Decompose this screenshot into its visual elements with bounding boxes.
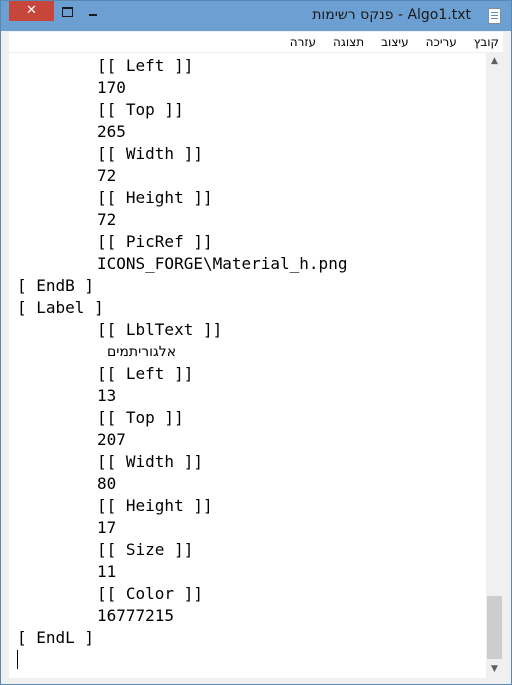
menu-file[interactable]: קובץ	[472, 32, 501, 52]
scrollbar-thumb[interactable]	[487, 596, 502, 659]
scroll-up-arrow-icon[interactable]: ▲	[486, 53, 503, 70]
text-line: [ Label ]	[17, 298, 104, 317]
text-line: [[ PicRef ]]	[97, 232, 213, 251]
minimize-icon	[89, 14, 97, 16]
menu-view[interactable]: תצוגה	[331, 32, 366, 52]
menu-help[interactable]: עזרה	[288, 32, 318, 52]
menu-edit[interactable]: עריכה	[424, 32, 459, 52]
text-line: [[ Width ]]	[97, 452, 203, 471]
text-line: [[ Left ]]	[97, 364, 194, 383]
text-line: 72	[97, 166, 117, 185]
text-line: [[ Color ]]	[97, 584, 203, 603]
maximize-icon	[61, 7, 73, 17]
text-line: [[ Left ]]	[97, 56, 194, 75]
text-line: 17	[97, 518, 117, 537]
text-line: 11	[97, 562, 117, 581]
menu-bar: קובץ עריכה עיצוב תצוגה עזרה	[9, 32, 503, 52]
text-line: 207	[97, 430, 126, 449]
text-line: [[ LblText ]]	[97, 320, 223, 339]
text-editor[interactable]: [[ Left ]] 170 [[ Top ]] 265 [[ Width ]]…	[9, 53, 486, 678]
maximize-button[interactable]	[54, 1, 80, 21]
text-line: אלגוריתמים	[107, 344, 177, 360]
text-line: [[ Width ]]	[97, 144, 203, 163]
scroll-down-arrow-icon[interactable]: ▼	[486, 661, 503, 678]
close-button[interactable]: ✕	[9, 1, 54, 21]
text-line: [[ Top ]]	[97, 100, 184, 119]
minimize-button[interactable]	[80, 1, 106, 21]
text-line: 80	[97, 474, 117, 493]
text-line: 72	[97, 210, 117, 229]
text-line: [[ Top ]]	[97, 408, 184, 427]
text-line: [[ Height ]]	[97, 188, 213, 207]
window-title: Algo1.txt - פנקס רשימות	[312, 7, 471, 23]
text-line: [ EndL ]	[17, 628, 95, 647]
text-line: [ EndB ]	[17, 276, 95, 295]
text-line: 16777215	[97, 606, 175, 625]
close-icon: ✕	[26, 3, 37, 18]
text-caret	[17, 650, 18, 669]
menu-format[interactable]: עיצוב	[379, 32, 411, 52]
title-bar[interactable]: ✕ Algo1.txt - פנקס רשימות	[1, 1, 511, 31]
text-line: [[ Height ]]	[97, 496, 213, 515]
vertical-scrollbar[interactable]: ▲ ▼	[486, 53, 503, 678]
text-line: ICONS_FORGE\Material_h.png	[97, 254, 348, 273]
notepad-icon[interactable]	[488, 8, 501, 24]
text-line: 13	[97, 386, 117, 405]
notepad-window: ✕ Algo1.txt - פנקס רשימות קובץ עריכה עיצ…	[0, 0, 512, 685]
text-line: 265	[97, 122, 126, 141]
text-line: 170	[97, 78, 126, 97]
text-line: [[ Size ]]	[97, 540, 194, 559]
